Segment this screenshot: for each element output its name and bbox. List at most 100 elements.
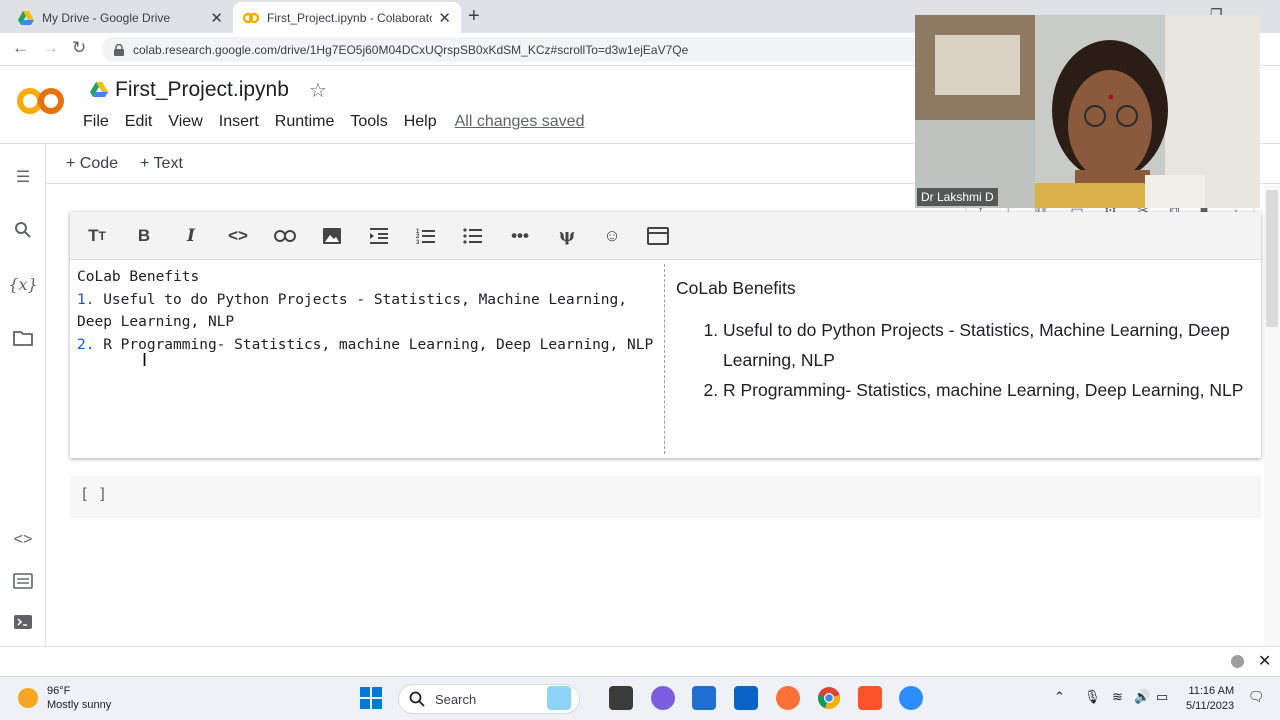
taskbar: 96°F Mostly sunny Search ⌃ 🎙 ≋ 🔊 ▭ 11:16… bbox=[0, 676, 1280, 720]
tab-title: First_Project.ipynb - Colaboratory bbox=[267, 10, 433, 25]
preview-heading: CoLab Benefits bbox=[676, 278, 796, 298]
code-snippets-icon[interactable]: <> bbox=[12, 529, 34, 551]
add-text-button[interactable]: + Text bbox=[140, 155, 183, 173]
save-status-link[interactable]: All changes saved bbox=[455, 113, 585, 131]
sun-icon bbox=[18, 688, 38, 708]
firefox-icon[interactable] bbox=[776, 686, 800, 710]
command-palette-icon[interactable] bbox=[12, 570, 34, 592]
italic-icon[interactable]: I bbox=[180, 225, 202, 247]
menu-tools[interactable]: Tools bbox=[350, 113, 387, 131]
left-sidebar: ☰ {x} <> bbox=[0, 144, 46, 646]
google-drive-icon bbox=[90, 82, 108, 97]
menu-edit[interactable]: Edit bbox=[125, 113, 153, 131]
notifications-icon[interactable]: 🗨 bbox=[1248, 689, 1265, 705]
latex-psi-icon[interactable]: ψ bbox=[556, 225, 578, 247]
code-cell[interactable]: [ ] bbox=[70, 476, 1261, 518]
svg-text:3: 3 bbox=[416, 240, 420, 245]
video-call-overlay[interactable]: Dr Lakshmi D bbox=[915, 15, 1260, 208]
windows-start-icon[interactable] bbox=[359, 686, 383, 710]
image-icon[interactable] bbox=[321, 225, 343, 247]
store-icon[interactable] bbox=[692, 686, 716, 710]
close-tab-icon[interactable]: ✕ bbox=[210, 9, 223, 27]
menu-help[interactable]: Help bbox=[404, 113, 437, 131]
url-text: colab.research.google.com/drive/1Hg7EO5j… bbox=[133, 42, 689, 57]
wifi-icon[interactable]: ≋ bbox=[1112, 689, 1123, 705]
zoom-icon[interactable] bbox=[899, 686, 923, 710]
notebook-title[interactable]: First_Project.ipynb bbox=[90, 78, 289, 102]
system-clock[interactable]: 11:16 AM 5/11/2023 bbox=[1186, 684, 1234, 714]
battery-icon[interactable]: ▭ bbox=[1156, 689, 1168, 705]
editor-line: 2. R Programming- Statistics, machine Le… bbox=[77, 336, 654, 353]
scrollbar-thumb[interactable] bbox=[1266, 190, 1278, 327]
close-tab-icon[interactable]: ✕ bbox=[438, 9, 451, 27]
indent-icon[interactable] bbox=[368, 225, 390, 247]
add-code-button[interactable]: + Code bbox=[66, 155, 118, 173]
terminal-icon[interactable] bbox=[12, 611, 34, 633]
emoji-icon[interactable]: ☺ bbox=[601, 225, 623, 247]
search-icon bbox=[409, 691, 425, 707]
microphone-icon[interactable]: 🎙 bbox=[1084, 689, 1101, 705]
lock-icon bbox=[114, 43, 124, 56]
horizontal-rule-icon[interactable]: ••• bbox=[509, 225, 531, 247]
volume-icon[interactable]: 🔊 bbox=[1134, 689, 1150, 705]
markdown-preview: CoLab Benefits Useful to do Python Proje… bbox=[676, 278, 1246, 405]
tab-google-drive[interactable]: My Drive - Google Drive ✕ bbox=[8, 2, 233, 33]
participant-video bbox=[915, 15, 1260, 208]
editor-line: 1. Useful to do Python Projects - Statis… bbox=[77, 291, 636, 331]
editor-preview-divider bbox=[664, 264, 665, 454]
editor-line: CoLab Benefits bbox=[77, 269, 200, 285]
file-explorer-icon[interactable] bbox=[609, 686, 633, 710]
new-tab-button[interactable]: + bbox=[468, 5, 480, 28]
back-arrow-icon[interactable]: ← bbox=[12, 38, 29, 58]
bold-icon[interactable]: B bbox=[133, 225, 155, 247]
chevron-up-icon[interactable]: ⌃ bbox=[1054, 689, 1065, 705]
menu-file[interactable]: File bbox=[83, 113, 109, 131]
close-icon[interactable]: ✕ bbox=[1258, 651, 1271, 671]
tab-title: My Drive - Google Drive bbox=[42, 10, 171, 25]
colab-icon bbox=[242, 10, 260, 26]
clock-time: 11:16 AM bbox=[1188, 685, 1235, 697]
forward-arrow-icon[interactable]: → bbox=[42, 38, 59, 58]
variables-icon[interactable]: {x} bbox=[8, 273, 37, 295]
bottom-status-bar: ✕ bbox=[0, 646, 1280, 676]
google-drive-icon bbox=[18, 10, 34, 26]
taskbar-search-label: Search bbox=[435, 691, 477, 707]
text-cursor-icon: I bbox=[142, 350, 148, 370]
list-item: Useful to do Python Projects - Statistic… bbox=[723, 315, 1246, 375]
menu-insert[interactable]: Insert bbox=[219, 113, 259, 131]
preview-layout-icon[interactable] bbox=[647, 225, 669, 247]
participant-name: Dr Lakshmi D bbox=[917, 188, 998, 206]
brave-icon[interactable] bbox=[858, 686, 882, 710]
temperature: 96°F bbox=[47, 685, 71, 697]
table-of-contents-icon[interactable]: ☰ bbox=[12, 166, 34, 188]
heading-icon[interactable]: TT bbox=[86, 225, 108, 247]
mail-icon[interactable] bbox=[734, 686, 758, 710]
markdown-editor[interactable]: CoLab Benefits 1. Useful to do Python Pro… bbox=[77, 266, 657, 356]
folder-icon[interactable] bbox=[12, 327, 34, 349]
code-icon[interactable]: <> bbox=[227, 225, 249, 247]
notebook-title-text: First_Project.ipynb bbox=[115, 78, 289, 101]
menu-view[interactable]: View bbox=[168, 113, 202, 131]
weather-condition: Mostly sunny bbox=[47, 699, 112, 711]
list-item: R Programming- Statistics, machine Learn… bbox=[723, 375, 1246, 405]
chrome-icon[interactable] bbox=[817, 686, 841, 710]
reload-icon[interactable]: ↻ bbox=[72, 38, 86, 58]
preview-list: Useful to do Python Projects - Statistic… bbox=[723, 315, 1246, 405]
text-cell[interactable]: TT B I <> 123 ••• ψ ☺ CoLab Benefits 1. U… bbox=[70, 212, 1261, 458]
bulleted-list-icon[interactable] bbox=[462, 225, 484, 247]
weather-widget[interactable]: 96°F Mostly sunny bbox=[18, 684, 111, 712]
menu-runtime[interactable]: Runtime bbox=[275, 113, 335, 131]
markdown-toolbar: TT B I <> 123 ••• ψ ☺ bbox=[70, 212, 1261, 260]
link-icon[interactable] bbox=[274, 225, 296, 247]
status-indicator-icon bbox=[1231, 655, 1244, 668]
tab-colab-notebook[interactable]: First_Project.ipynb - Colaboratory ✕ bbox=[233, 2, 461, 33]
search-icon[interactable] bbox=[12, 219, 34, 241]
menu-bar: File Edit View Insert Runtime Tools Help… bbox=[83, 113, 600, 131]
clock-date: 5/11/2023 bbox=[1186, 700, 1235, 712]
run-cell-button[interactable]: [ ] bbox=[80, 485, 107, 503]
teams-chat-icon[interactable] bbox=[651, 686, 675, 710]
numbered-list-icon[interactable]: 123 bbox=[415, 225, 437, 247]
widgets-icon[interactable] bbox=[547, 686, 571, 710]
star-icon[interactable]: ☆ bbox=[309, 78, 327, 103]
colab-logo[interactable] bbox=[17, 86, 65, 116]
